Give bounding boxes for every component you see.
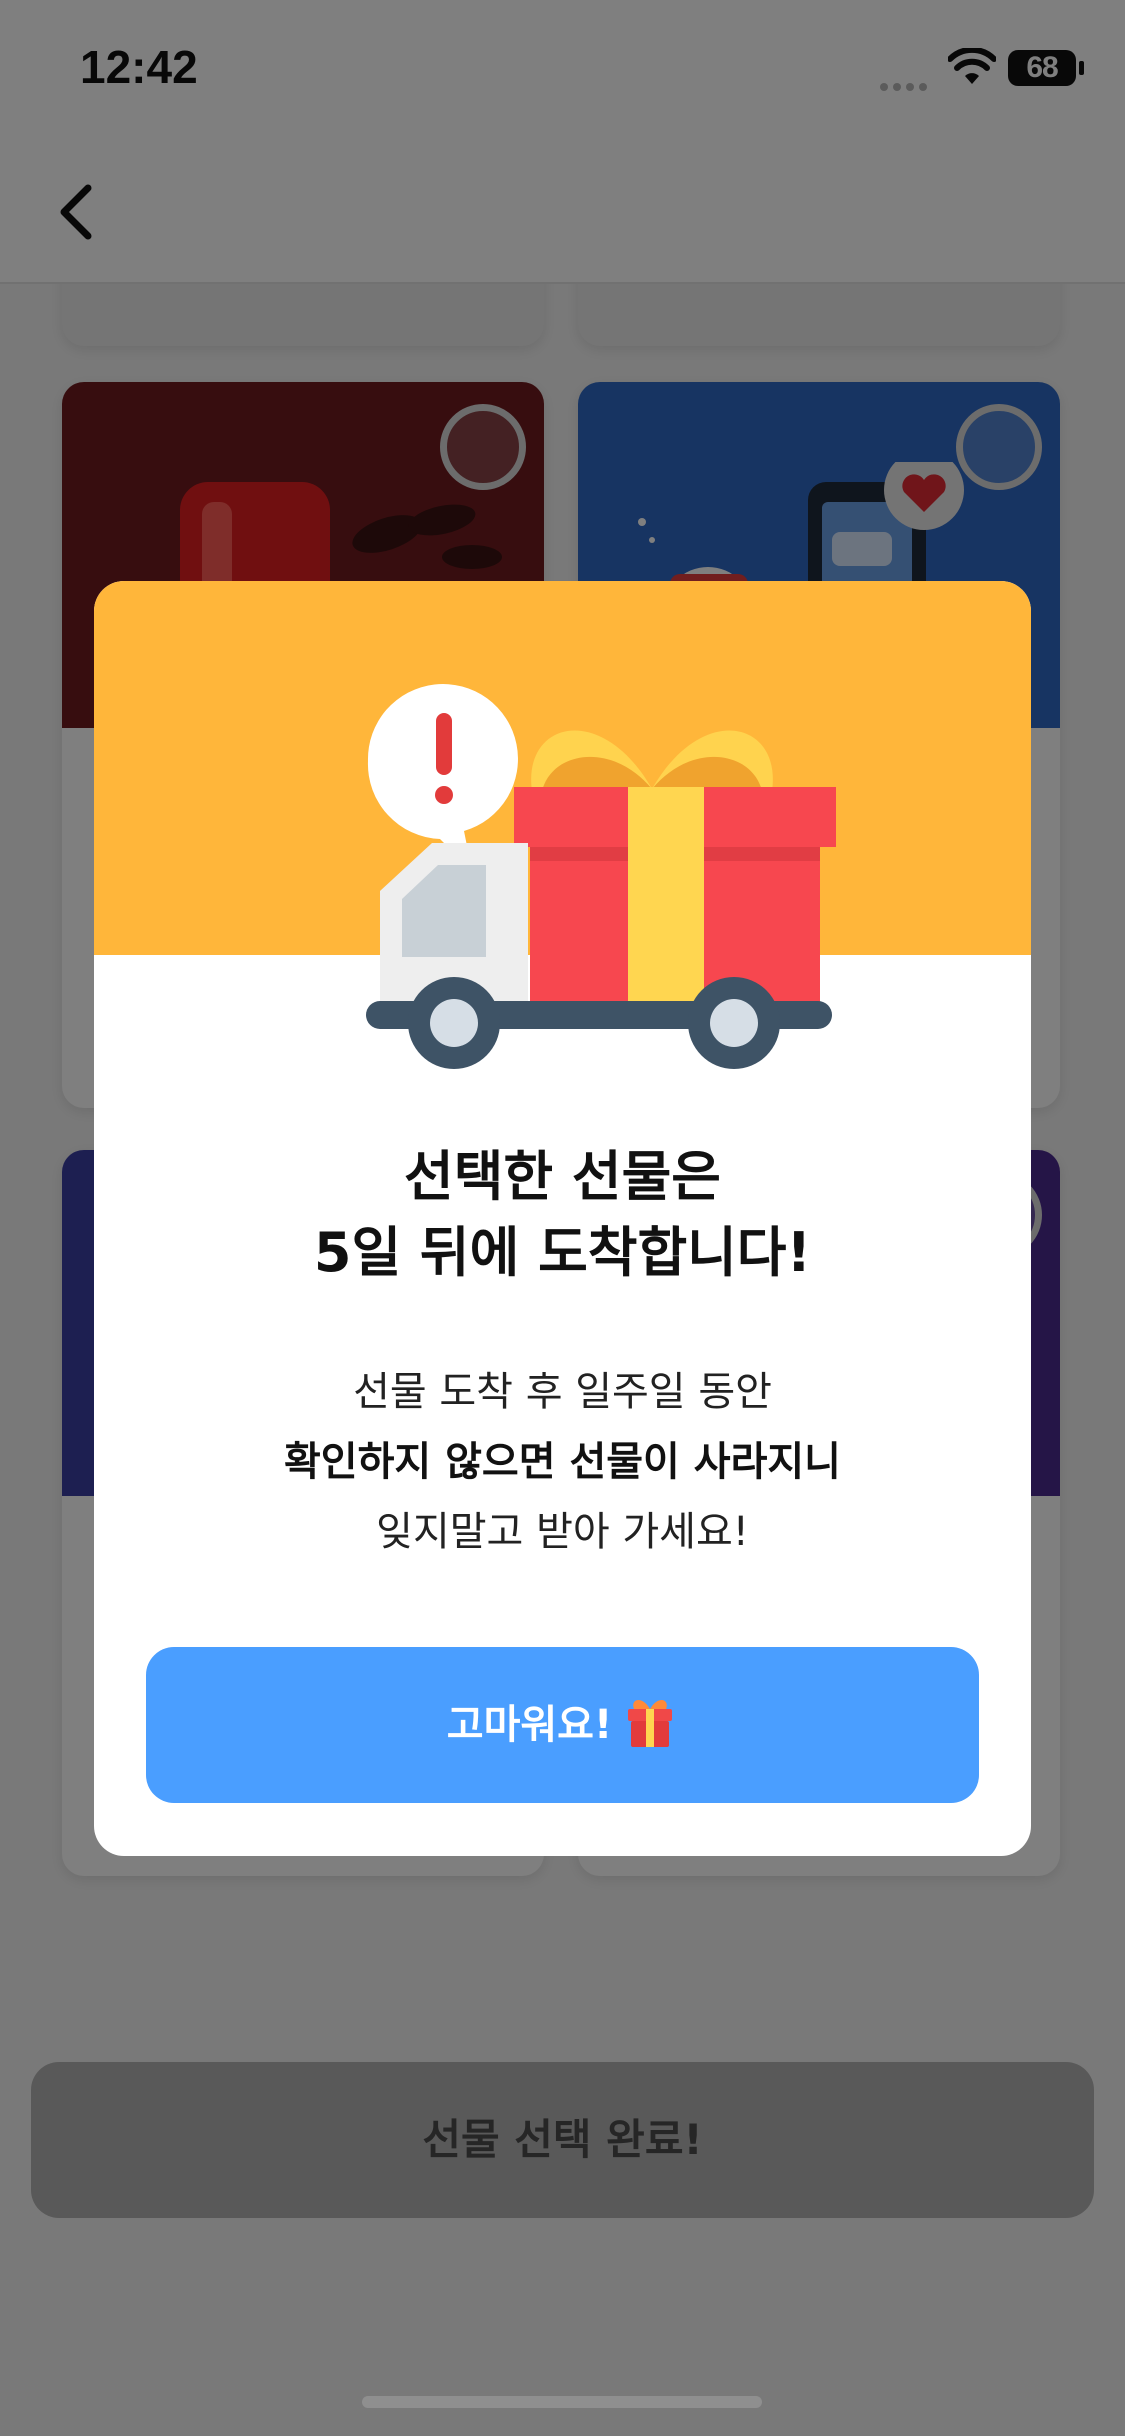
gift-truck-icon [366, 684, 836, 1069]
modal-title: 선택한 선물은 5일 뒤에 도착합니다! [94, 1139, 1031, 1291]
thanks-button-label: 고마워요! [446, 1702, 613, 1748]
gift-icon [628, 1699, 673, 1747]
modal-title-line: 선택한 선물은 [404, 1145, 721, 1208]
arrival-notice-modal: 선택한 선물은 5일 뒤에 도착합니다! 선물 도착 후 일주일 동안 확인하지… [94, 581, 1031, 1856]
modal-message-line-bold: 확인하지 않으면 선물이 사라지니 [284, 1439, 841, 1485]
modal-message-line: 선물 도착 후 일주일 동안 [353, 1369, 772, 1415]
thanks-button[interactable]: 고마워요! [146, 1647, 979, 1803]
modal-title-line: 5일 뒤에 도착합니다! [313, 1221, 812, 1284]
home-indicator [362, 2396, 762, 2408]
modal-message: 선물 도착 후 일주일 동안 확인하지 않으면 선물이 사라지니 잊지말고 받아… [94, 1357, 1031, 1567]
modal-message-line: 잊지말고 받아 가세요! [376, 1509, 749, 1555]
